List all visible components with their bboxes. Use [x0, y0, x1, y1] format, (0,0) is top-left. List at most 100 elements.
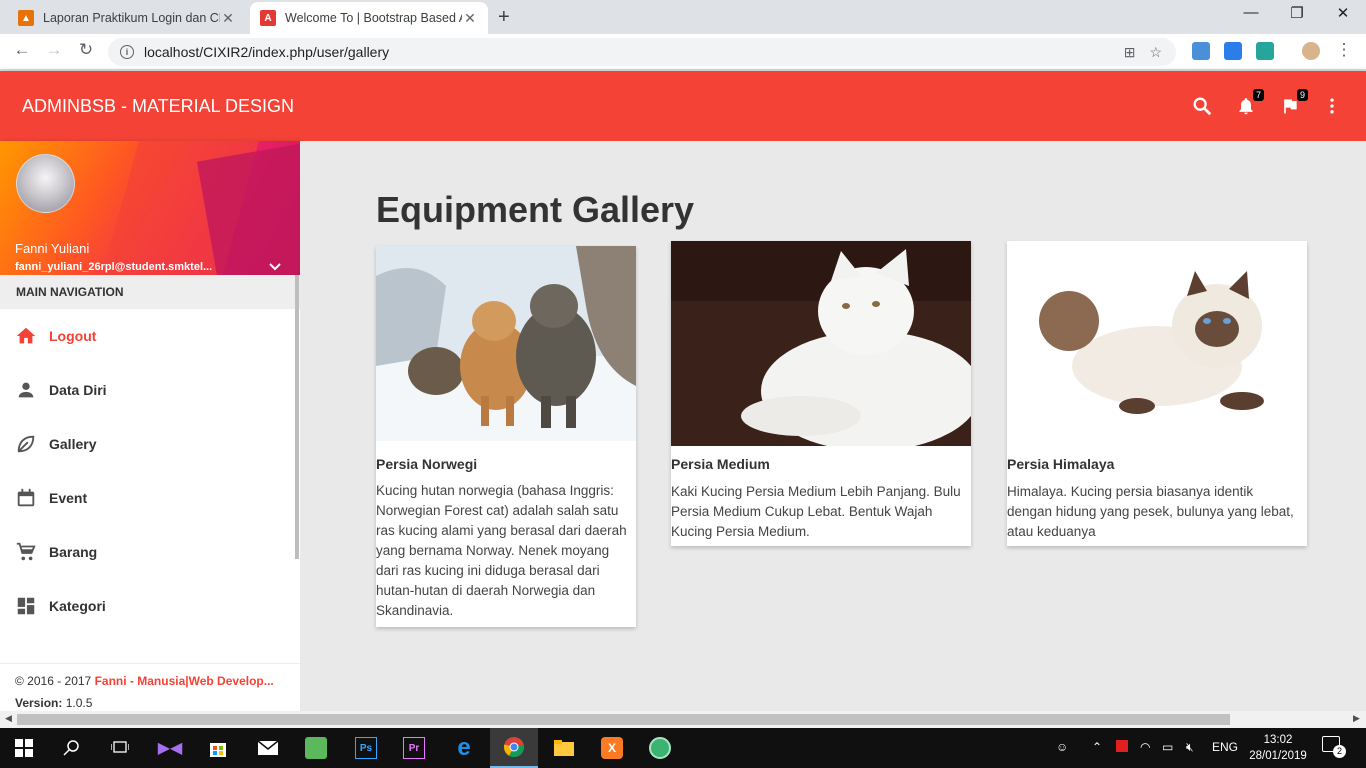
sidebar-item-label: Gallery	[49, 436, 97, 452]
premiere-icon[interactable]: Pr	[390, 728, 438, 768]
new-tab-button[interactable]: +	[498, 6, 510, 29]
avatar[interactable]	[16, 154, 75, 213]
people-icon[interactable]: ☺	[1056, 740, 1068, 754]
gallery-card[interactable]: Persia Himalaya Himalaya. Kucing persia …	[1007, 241, 1307, 546]
back-icon[interactable]: ←	[10, 40, 34, 60]
sidebar-item-data-diri[interactable]: Data Diri	[0, 363, 300, 417]
scroll-right-icon[interactable]: ▶	[1353, 713, 1360, 724]
extension-icon[interactable]	[1192, 42, 1210, 60]
version: Version: 1.0.5	[15, 696, 285, 710]
time: 13:02	[1263, 734, 1293, 746]
sidebar-item-logout[interactable]: Logout	[0, 309, 300, 363]
app-icon[interactable]	[292, 728, 340, 768]
chevron-up-icon[interactable]: ⌃	[1092, 740, 1102, 754]
url-text: localhost/CIXIR2/index.php/user/gallery	[144, 44, 390, 60]
scroll-left-icon[interactable]: ◀	[5, 713, 12, 724]
reload-icon[interactable]: ↻	[74, 40, 98, 60]
sidebar-item-event[interactable]: Event	[0, 471, 300, 525]
search-icon[interactable]	[1190, 95, 1214, 119]
horizontal-scrollbar[interactable]: ◀ ▶	[0, 711, 1366, 728]
sidebar-item-gallery[interactable]: Gallery	[0, 417, 300, 471]
copyright-prefix: © 2016 - 2017	[15, 674, 95, 688]
card-description: Kucing hutan norwegia (bahasa Inggris: N…	[376, 483, 627, 618]
sidebar-item-kategori[interactable]: Kategori	[0, 579, 300, 633]
tab-title: Laporan Praktikum Login dan CR	[43, 11, 220, 25]
volume-muted-icon[interactable]: 🔇︎	[1186, 740, 1194, 755]
battery-icon[interactable]: ▭	[1162, 740, 1173, 754]
cat-photo	[671, 241, 971, 446]
photoshop-icon[interactable]: Ps	[342, 728, 390, 768]
browser-tab-welcome[interactable]: A Welcome To | Bootstrap Based A ✕	[250, 2, 488, 34]
main-navigation-header: MAIN NAVIGATION	[0, 275, 300, 309]
user-name: Fanni Yuliani	[15, 241, 90, 256]
search-icon[interactable]	[48, 728, 96, 768]
chrome-icon[interactable]	[490, 728, 538, 768]
browser-tab-laporan[interactable]: ▲ Laporan Praktikum Login dan CR ✕	[8, 2, 246, 34]
scrollbar-thumb[interactable]	[17, 714, 1230, 725]
dashboard-icon	[14, 594, 38, 618]
calendar-icon	[14, 486, 38, 510]
cat-photo	[1007, 241, 1307, 446]
sidebar-item-barang[interactable]: Barang	[0, 525, 300, 579]
more-vert-icon[interactable]	[1320, 95, 1344, 119]
user-email: fanni_yuliani_26rpl@student.smktel...	[15, 261, 213, 273]
home-extension-icon[interactable]	[1224, 42, 1242, 60]
adminbsb-icon: A	[260, 10, 276, 26]
cart-icon	[14, 540, 38, 564]
gallery-card[interactable]: Persia Medium Kaki Kucing Persia Medium …	[671, 241, 971, 546]
close-tab-icon[interactable]: ✕	[220, 10, 236, 27]
card-description: Kaki Kucing Persia Medium Lebih Panjang.…	[671, 484, 961, 539]
sidebar-item-label: Kategori	[49, 598, 106, 614]
version-value: 1.0.5	[65, 696, 93, 710]
close-window-button[interactable]: ✕	[1320, 4, 1366, 22]
card-title: Persia Norwegi	[376, 456, 478, 472]
store-icon[interactable]	[194, 728, 242, 768]
sidebar-item-label: Event	[49, 490, 88, 506]
task-count-badge: 9	[1296, 89, 1308, 101]
atom-icon[interactable]	[636, 728, 684, 768]
bookmark-star-icon[interactable]: ☆	[1149, 44, 1162, 61]
page-title: Equipment Gallery	[376, 189, 695, 230]
browser-menu-icon[interactable]: ⋮	[1332, 40, 1356, 60]
address-bar[interactable]: i localhost/CIXIR2/index.php/user/galler…	[108, 38, 1176, 66]
translate-icon[interactable]: ⊞	[1124, 44, 1136, 61]
card-description: Himalaya. Kucing persia biasanya identik…	[1007, 484, 1294, 539]
app-header: ADMINBSB - MATERIAL DESIGN 7 9	[0, 71, 1366, 141]
forward-icon[interactable]: →	[42, 40, 66, 60]
task-view-icon[interactable]	[96, 728, 144, 768]
chevron-down-icon[interactable]	[268, 259, 282, 275]
date: 28/01/2019	[1249, 750, 1307, 762]
info-icon[interactable]: i	[120, 45, 134, 59]
home-icon	[14, 324, 38, 348]
clock[interactable]: 13:02 28/01/2019	[1246, 732, 1310, 764]
notification-count-badge: 7	[1252, 89, 1264, 101]
xampp-icon[interactable]: X	[588, 728, 636, 768]
minimize-button[interactable]: —	[1228, 4, 1274, 21]
brand-title[interactable]: ADMINBSB - MATERIAL DESIGN	[22, 96, 294, 117]
sidebar-footer: © 2016 - 2017 Fanni - Manusia|Web Develo…	[0, 663, 300, 710]
file-explorer-icon[interactable]	[540, 728, 588, 768]
user-info-panel: Fanni Yuliani fanni_yuliani_26rpl@studen…	[0, 141, 300, 275]
card-title: Persia Medium	[671, 456, 770, 472]
blogger-icon: ▲	[18, 10, 34, 26]
extension-icon[interactable]	[1256, 42, 1274, 60]
wifi-icon[interactable]: ◠	[1140, 740, 1150, 754]
notifications-icon[interactable]: 7	[1234, 89, 1264, 119]
visual-studio-icon[interactable]: ▶◀	[146, 728, 194, 768]
browser-toolbar: ← → ↻ i localhost/CIXIR2/index.php/user/…	[0, 34, 1366, 70]
gallery-card[interactable]: Persia Norwegi Kucing hutan norwegia (ba…	[376, 246, 636, 627]
sidebar-item-label: Barang	[49, 544, 98, 560]
maximize-button[interactable]: ❐	[1274, 4, 1320, 22]
close-tab-icon[interactable]: ✕	[462, 10, 478, 27]
action-center-icon[interactable]: 2	[1322, 736, 1346, 758]
mail-icon[interactable]	[244, 728, 292, 768]
flag-icon[interactable]: 9	[1278, 89, 1308, 119]
profile-avatar[interactable]	[1302, 42, 1320, 60]
language-indicator[interactable]: ENG	[1212, 740, 1238, 754]
acrobat-icon[interactable]	[1116, 740, 1128, 755]
card-title: Persia Himalaya	[1007, 456, 1115, 472]
person-icon	[14, 378, 38, 402]
copyright-link[interactable]: Fanni - Manusia|Web Develop...	[95, 674, 274, 688]
windows-start-icon[interactable]	[0, 728, 48, 768]
edge-icon[interactable]: e	[440, 728, 488, 768]
